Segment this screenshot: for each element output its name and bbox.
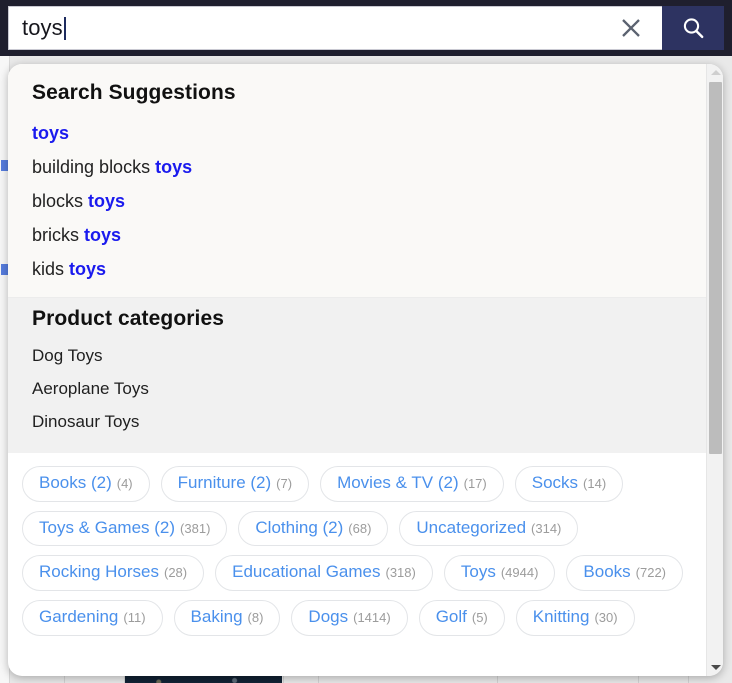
category-tag[interactable]: Toys & Games (2) (381) (22, 510, 228, 547)
category-tag-count: (68) (348, 520, 372, 536)
suggestion-match: toys (84, 225, 122, 246)
search-input[interactable]: toys (8, 6, 662, 50)
app-root: toys Search Suggestions toys building blo… (0, 0, 732, 683)
suggestion-match: toys (88, 191, 126, 212)
category-tag-label: Books (2) (39, 472, 112, 492)
product-category-item[interactable]: Aeroplane Toys (8, 373, 706, 406)
suggestion-prefix: kids (32, 259, 70, 280)
suggestion-match: toys (69, 259, 107, 280)
category-tag[interactable]: Socks (14) (514, 465, 624, 502)
search-suggestions-list: toys building blocks toys blocks toys brick… (8, 117, 706, 287)
category-tag-label: Furniture (2) (177, 472, 272, 492)
search-suggestions-dropdown: Search Suggestions toys building blocks t… (8, 64, 723, 676)
category-tag-label: Toys (460, 562, 496, 582)
category-tag-label: Clothing (2) (255, 517, 344, 537)
category-tag[interactable]: Gardening (11) (22, 599, 163, 636)
category-tag-label: Baking (190, 606, 243, 626)
category-tag-count: (8) (247, 609, 264, 625)
category-tag[interactable]: Toys (4944) (443, 555, 556, 591)
category-tag-count: (5) (471, 609, 488, 625)
product-category-item[interactable]: Dog Toys (8, 340, 706, 373)
suggestion-match: toys (32, 123, 70, 143)
dropdown-scrollbar[interactable] (706, 64, 723, 676)
suggestion-prefix: bricks (32, 225, 85, 246)
scroll-down-arrow-icon[interactable] (707, 659, 723, 676)
suggestion-match: toys (155, 157, 193, 178)
product-categories-section: Product categories Dog Toys Aeroplane Toy… (8, 297, 706, 453)
category-tag[interactable]: Uncategorized (314) (399, 510, 579, 547)
category-tag-count: (30) (594, 609, 618, 625)
scroll-up-arrow-icon[interactable] (707, 64, 723, 81)
scrollbar-thumb[interactable] (709, 82, 722, 454)
category-tags-section: Books (2) (4) Furniture (2) (7) Movies & TV … (8, 452, 706, 650)
category-tag-count: (4944) (500, 565, 539, 581)
category-tag-count: (4) (116, 475, 133, 491)
category-tag-count: (17) (463, 475, 487, 491)
search-suggestion-item[interactable]: blocks toys (8, 185, 706, 219)
category-tag[interactable]: Dogs (1414) (291, 599, 408, 636)
category-tag[interactable]: Furniture (2) (7) (160, 465, 310, 502)
category-tag[interactable]: Rocking Horses (28) (22, 555, 205, 591)
search-icon (683, 17, 703, 38)
clear-icon[interactable] (604, 15, 658, 41)
category-tag-count: (314) (531, 520, 562, 536)
text-caret (63, 16, 66, 40)
category-tag-label: Gardening (39, 606, 119, 626)
category-tag-label: Golf (435, 606, 467, 626)
category-tag-label: Knitting (532, 606, 590, 626)
category-tag[interactable]: Books (722) (566, 555, 684, 591)
category-tag-label: Rocking Horses (39, 562, 159, 582)
category-tag-count: (14) (583, 475, 607, 491)
search-suggestion-item[interactable]: toys (8, 117, 706, 151)
category-tag-label: Toys & Games (2) (39, 517, 176, 537)
category-tag-label: Dogs (308, 606, 349, 626)
category-tag-label: Socks (531, 472, 579, 492)
search-bar: toys (0, 0, 732, 56)
category-tag-count: (11) (123, 609, 146, 625)
category-tag[interactable]: Golf (5) (418, 599, 505, 636)
suggestion-prefix: blocks (32, 191, 89, 212)
category-tag-label: Books (583, 562, 631, 582)
category-tag-label: Movies & TV (2) (337, 472, 459, 492)
suggestion-prefix: building blocks (32, 157, 156, 178)
product-categories-list: Dog Toys Aeroplane Toys Dinosaur Toys (8, 340, 706, 439)
category-tag-count: (1414) (353, 609, 391, 625)
category-tag[interactable]: Clothing (2) (68) (238, 510, 389, 547)
category-tag-label: Uncategorized (416, 517, 527, 537)
search-suggestion-item[interactable]: bricks toys (8, 219, 706, 253)
search-suggestions-heading: Search Suggestions (32, 81, 236, 104)
category-tag-count: (7) (276, 475, 293, 491)
search-input-value: toys (22, 15, 63, 40)
category-tag-count: (318) (385, 565, 416, 581)
category-tag[interactable]: Baking (8) (173, 599, 281, 636)
category-tag[interactable]: Books (2) (4) (22, 465, 150, 502)
category-tag-label: Educational Games (232, 562, 381, 582)
search-suggestion-item[interactable]: kids toys (8, 253, 706, 287)
search-suggestion-item[interactable]: building blocks toys (8, 151, 706, 185)
category-tag[interactable]: Knitting (30) (515, 599, 635, 636)
category-tag[interactable]: Movies & TV (2) (17) (320, 465, 504, 502)
category-tag-count: (381) (180, 520, 211, 536)
search-suggestions-section: Search Suggestions toys building blocks t… (8, 64, 706, 298)
product-categories-heading: Product categories (32, 307, 225, 331)
category-tag-count: (28) (164, 565, 188, 581)
product-category-item[interactable]: Dinosaur Toys (8, 406, 706, 439)
category-tag-count: (722) (635, 565, 667, 581)
search-submit-button[interactable] (662, 6, 724, 50)
category-tag[interactable]: Educational Games (318) (215, 555, 433, 591)
dropdown-scroll-content: Search Suggestions toys building blocks t… (8, 64, 706, 676)
